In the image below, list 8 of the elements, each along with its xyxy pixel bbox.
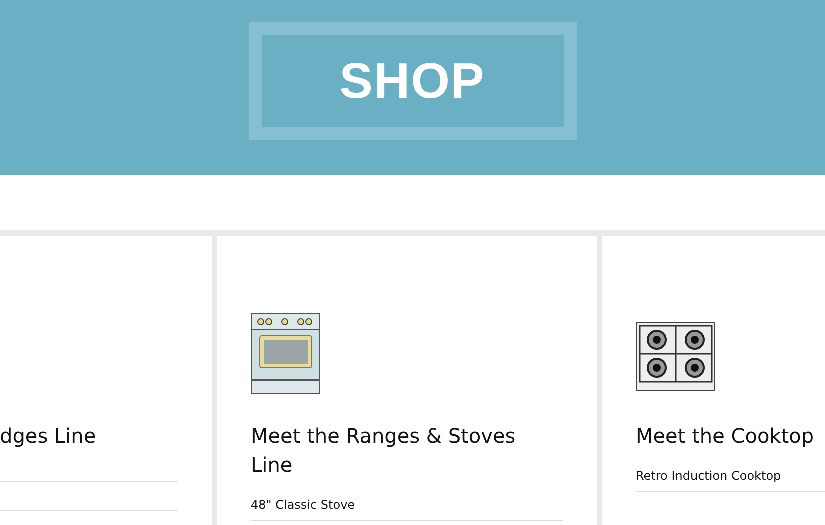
- product-link[interactable]: 48" Classic Stove: [251, 480, 563, 521]
- product-link[interactable]: Retro Induction Cooktop: [636, 451, 825, 492]
- cooktop-icon: [636, 322, 716, 392]
- card-title[interactable]: Meet the Cooktop: [636, 422, 825, 451]
- card-title[interactable]: Meet the Ranges & Stoves Line: [251, 422, 563, 480]
- page-title: SHOP: [340, 52, 486, 110]
- card-title[interactable]: dges Line: [0, 422, 178, 451]
- stove-icon: [251, 311, 321, 395]
